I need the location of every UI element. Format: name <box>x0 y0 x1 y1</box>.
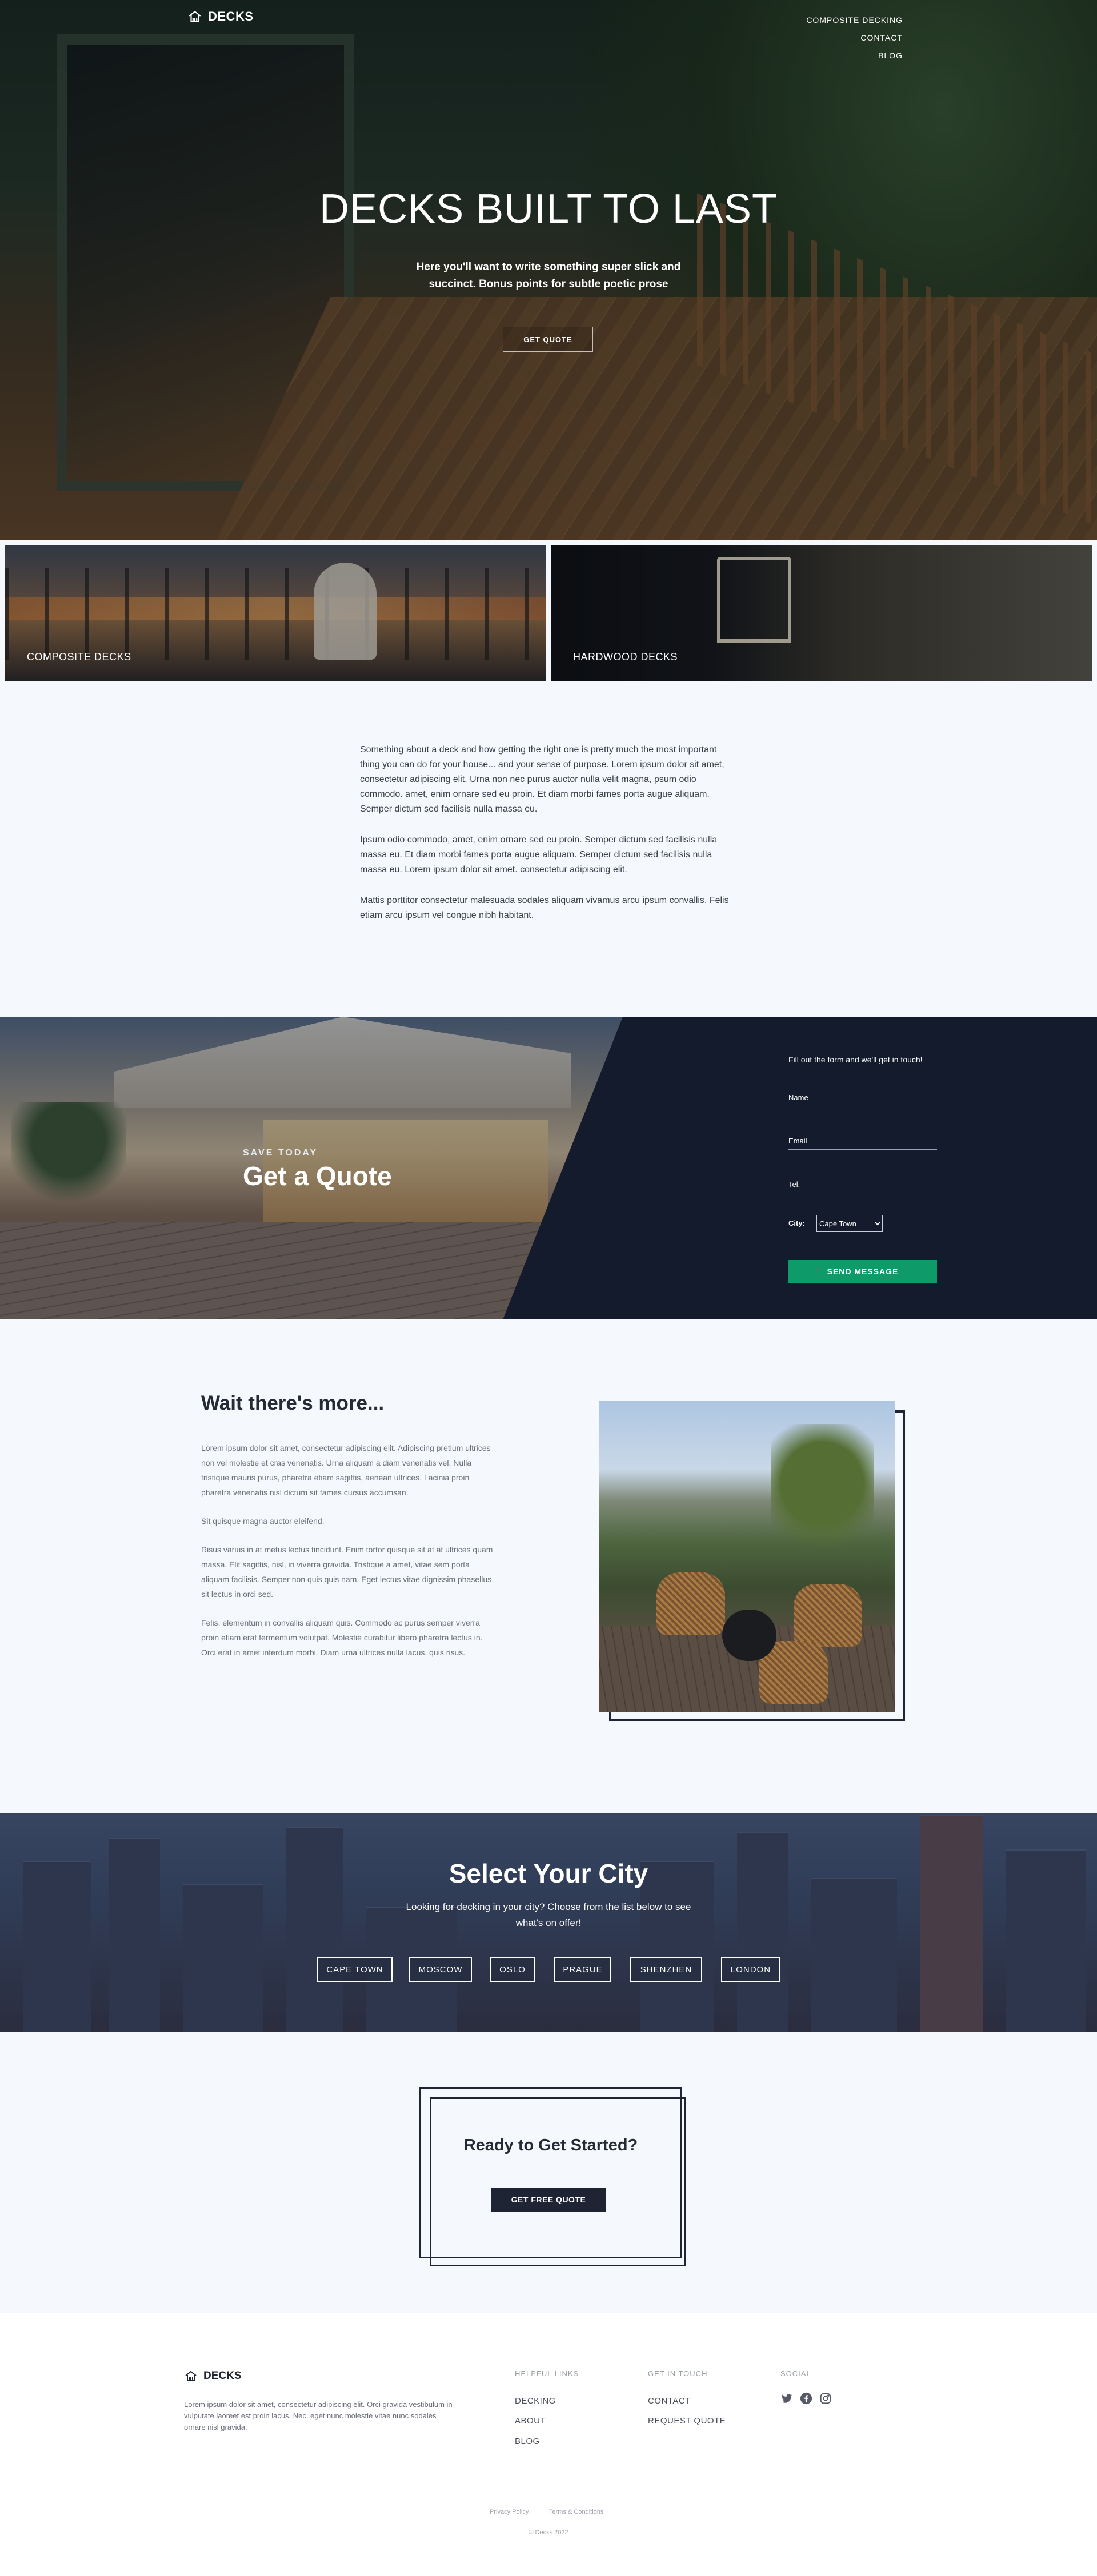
twitter-icon[interactable] <box>780 2392 793 2405</box>
instagram-icon[interactable] <box>819 2392 832 2405</box>
copyright: © Decks 2022 <box>529 2529 568 2536</box>
quote-title: Get a Quote <box>243 1161 392 1191</box>
intro-paragraph: Something about a deck and how getting t… <box>360 745 724 814</box>
city-button-prague[interactable]: PRAGUE <box>554 1957 611 1982</box>
city-subtitle: Looking for decking in your city? Choose… <box>406 1901 691 1928</box>
cta-frame <box>430 2097 686 2266</box>
footer-link-about[interactable]: ABOUT <box>515 2416 546 2426</box>
house-logo-icon <box>189 10 201 22</box>
footer-about: Lorem ipsum dolor sit amet, consectetur … <box>184 2400 453 2431</box>
city-button-oslo[interactable]: OSLO <box>490 1957 535 1982</box>
city-button-moscow[interactable]: MOSCOW <box>409 1957 472 1982</box>
footer-helpful-title: HELPFUL LINKS <box>515 2369 579 2378</box>
footer-social-title: SOCIAL <box>780 2369 811 2378</box>
more-title: Wait there's more... <box>201 1392 385 1414</box>
logo-text: DECKS <box>208 9 254 23</box>
get-quote-button[interactable]: GET QUOTE <box>503 327 593 352</box>
intro-paragraph: Mattis porttitor consectetur malesuada s… <box>360 896 729 920</box>
house-logo-icon <box>185 2370 197 2381</box>
tile-label: COMPOSITE DECKS <box>27 651 131 663</box>
footer-logo[interactable]: DECKS <box>184 2369 242 2383</box>
city-button-cape-town[interactable]: CAPE TOWN <box>317 1957 393 1982</box>
name-field[interactable] <box>788 1089 937 1106</box>
nav-item-blog[interactable]: BLOG <box>806 47 903 65</box>
tile-composite-decks[interactable]: COMPOSITE DECKS <box>5 545 546 681</box>
more-paragraph: Sit quisque magna auctor eleifend. <box>201 1516 325 1526</box>
city-title: Select Your City <box>449 1859 648 1888</box>
terms-link[interactable]: Terms & Conditions <box>549 2509 603 2515</box>
privacy-policy-link[interactable]: Privacy Policy <box>490 2509 529 2515</box>
email-field[interactable] <box>788 1133 937 1150</box>
city-button-london[interactable]: LONDON <box>721 1957 780 1982</box>
facebook-icon[interactable] <box>800 2392 812 2405</box>
quote-eyebrow: SAVE TODAY <box>243 1148 318 1158</box>
cta-title: Ready to Get Started? <box>463 2136 638 2154</box>
page: DECKS COMPOSITE DECKING CONTACT BLOG DEC… <box>0 0 1097 2576</box>
footer-touch-title: GET IN TOUCH <box>648 2369 708 2378</box>
more-paragraph: Lorem ipsum dolor sit amet, consectetur … <box>201 1443 491 1497</box>
city-select[interactable]: Cape Town <box>816 1215 883 1232</box>
nav-item-contact[interactable]: CONTACT <box>806 29 903 47</box>
more-paragraph: Felis, elementum in convallis aliquam qu… <box>201 1618 483 1657</box>
logo-link[interactable]: DECKS <box>187 9 254 24</box>
nav-item-composite-decking[interactable]: COMPOSITE DECKING <box>806 11 903 29</box>
get-free-quote-button[interactable]: GET FREE QUOTE <box>491 2188 606 2212</box>
footer-link-contact[interactable]: CONTACT <box>648 2396 691 2406</box>
intro-text: Something about a deck and how getting t… <box>360 743 737 939</box>
send-message-button[interactable]: SEND MESSAGE <box>788 1260 937 1283</box>
more-text: Lorem ipsum dolor sit amet, consectetur … <box>201 1441 498 1674</box>
city-button-shenzhen[interactable]: SHENZHEN <box>630 1957 702 1982</box>
patio-chairs-image <box>599 1401 895 1712</box>
form-intro: Fill out the form and we'll get in touch… <box>788 1055 923 1064</box>
hero-title: DECKS BUILT TO LAST <box>319 186 778 232</box>
tile-label: HARDWOOD DECKS <box>573 651 678 663</box>
footer-logo-text: DECKS <box>203 2370 242 2382</box>
tel-field[interactable] <box>788 1176 937 1193</box>
intro-paragraph: Ipsum odio commodo, amet, enim ornare se… <box>360 835 718 874</box>
footer <box>0 2313 1097 2576</box>
main-nav: COMPOSITE DECKING CONTACT BLOG <box>806 11 903 65</box>
tile-hardwood-decks[interactable]: HARDWOOD DECKS <box>551 545 1092 681</box>
city-label: City: <box>788 1219 805 1227</box>
footer-link-request-quote[interactable]: REQUEST QUOTE <box>648 2416 726 2426</box>
more-paragraph: Risus varius in at metus lectus tincidun… <box>201 1545 493 1599</box>
hero-subtitle: Here you'll want to write something supe… <box>416 261 681 290</box>
footer-link-decking[interactable]: DECKING <box>515 2396 556 2406</box>
footer-link-blog[interactable]: BLOG <box>515 2437 540 2446</box>
